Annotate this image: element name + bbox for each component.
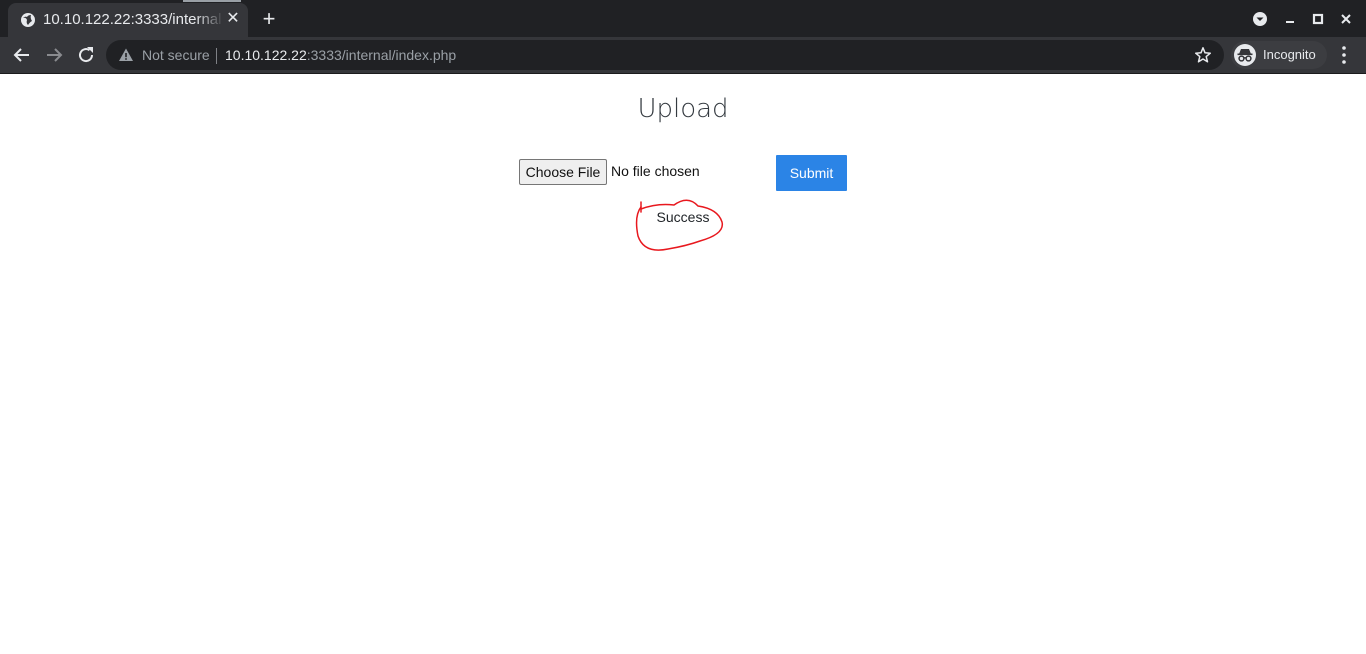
bookmark-star-icon[interactable] bbox=[1194, 46, 1212, 64]
tab-indicator bbox=[183, 0, 241, 2]
file-status-text: No file chosen bbox=[611, 163, 700, 179]
choose-file-button[interactable]: Choose File bbox=[519, 159, 607, 185]
address-bar[interactable]: Not secure 10.10.122.22:3333/internal/in… bbox=[106, 40, 1224, 70]
url-text[interactable]: 10.10.122.22:3333/internal/index.php bbox=[225, 47, 456, 63]
tab-close-icon[interactable]: ✕ bbox=[224, 9, 242, 29]
warning-icon bbox=[119, 48, 133, 61]
page-title: Upload bbox=[637, 94, 729, 124]
tab-strip: 10.10.122.22:3333/internal/index.php ✕ + bbox=[0, 0, 1366, 37]
reload-icon[interactable] bbox=[74, 43, 98, 67]
tab-search-icon[interactable] bbox=[1251, 10, 1269, 28]
back-icon[interactable] bbox=[10, 43, 34, 67]
incognito-label: Incognito bbox=[1263, 47, 1316, 62]
url-host: 10.10.122.22 bbox=[225, 47, 307, 63]
more-menu-icon[interactable] bbox=[1336, 44, 1352, 66]
incognito-badge[interactable]: Incognito bbox=[1231, 41, 1327, 69]
address-divider bbox=[216, 48, 217, 64]
browser-toolbar: Not secure 10.10.122.22:3333/internal/in… bbox=[0, 37, 1366, 74]
close-window-icon[interactable] bbox=[1337, 10, 1355, 28]
forward-icon[interactable] bbox=[42, 43, 66, 67]
maximize-icon[interactable] bbox=[1309, 10, 1327, 28]
url-path: :3333/internal/index.php bbox=[306, 47, 457, 63]
tab-title: 10.10.122.22:3333/internal/index.php bbox=[43, 11, 221, 28]
tab-active[interactable]: 10.10.122.22:3333/internal/index.php ✕ bbox=[8, 3, 248, 37]
security-status[interactable]: Not secure bbox=[142, 47, 210, 63]
red-circle-annotation bbox=[635, 199, 724, 251]
tab-title-fade bbox=[196, 7, 224, 31]
browser-window: 10.10.122.22:3333/internal/index.php ✕ + bbox=[0, 0, 1366, 654]
new-tab-button[interactable]: + bbox=[258, 8, 280, 30]
minimize-icon[interactable] bbox=[1281, 10, 1299, 28]
page-content: Upload Choose File No file chosen Submit… bbox=[0, 74, 1366, 654]
globe-icon bbox=[21, 13, 35, 27]
submit-button[interactable]: Submit bbox=[776, 155, 847, 191]
incognito-icon bbox=[1234, 44, 1256, 66]
